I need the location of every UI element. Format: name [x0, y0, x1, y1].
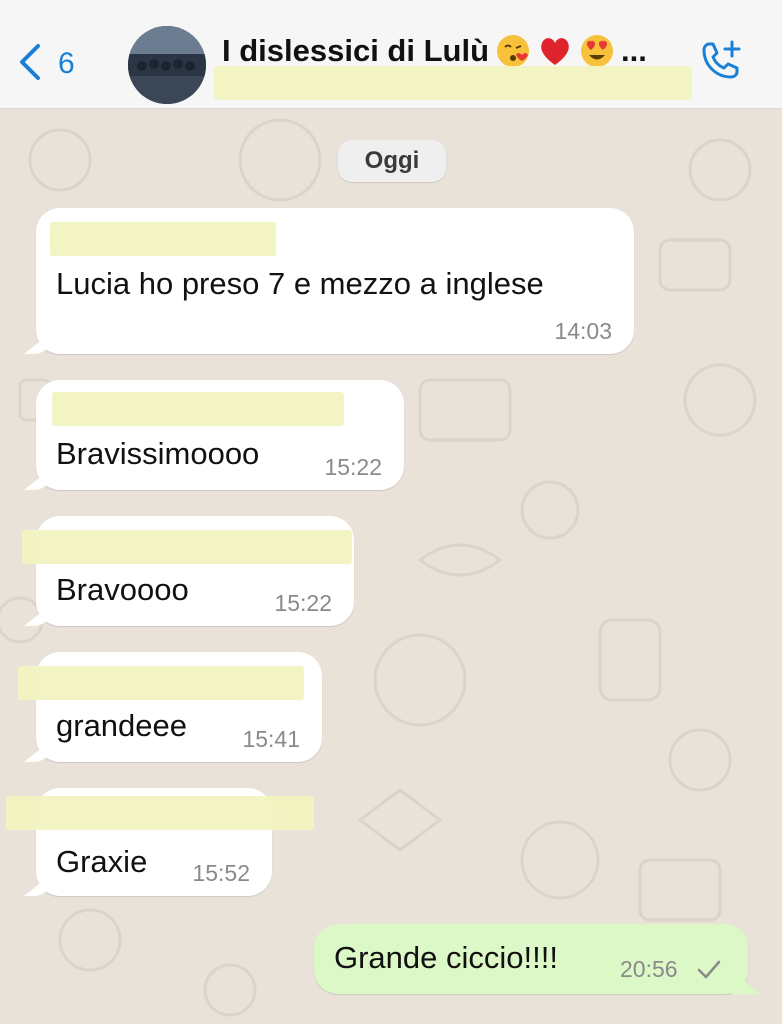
- message-text: Bravoooo: [56, 572, 189, 607]
- redacted-sender-name: [50, 222, 276, 256]
- sent-check-icon: [696, 958, 722, 980]
- message-time: 20:56: [620, 956, 678, 982]
- redacted-sender-name: [52, 392, 344, 426]
- unread-count: 6: [58, 47, 75, 80]
- kissing-face-emoji: [495, 33, 531, 69]
- message-bubble[interactable]: Bravissimoooo 15:22: [36, 380, 404, 490]
- group-avatar[interactable]: [128, 26, 206, 104]
- message-bubble[interactable]: Graxie 15:52: [6, 788, 314, 896]
- message-text: Bravissimoooo: [56, 436, 260, 471]
- phone-plus-icon: [694, 40, 746, 92]
- message-text: Lucia ho preso 7 e mezzo a inglese: [56, 266, 544, 301]
- group-name: I dislessici di Lulù: [222, 33, 490, 68]
- message-bubble-outgoing[interactable]: Grande ciccio!!!! 20:56: [314, 924, 748, 994]
- message-bubble[interactable]: Bravoooo 15:22: [22, 516, 354, 626]
- message-bubble[interactable]: Lucia ho preso 7 e mezzo a inglese 14:03: [36, 208, 634, 354]
- add-call-button[interactable]: [694, 36, 746, 88]
- message-text: Graxie: [56, 844, 148, 879]
- message-bubble[interactable]: grandeee 15:41: [18, 652, 322, 762]
- title-ellipsis: ...: [621, 33, 647, 68]
- redacted-sender-name: [22, 530, 352, 564]
- message-time: 15:22: [324, 454, 382, 480]
- back-button[interactable]: 6: [14, 38, 75, 90]
- redacted-sender-name: [18, 666, 304, 700]
- message-time: 15:52: [192, 860, 250, 886]
- message-text: Grande ciccio!!!!: [334, 940, 558, 975]
- red-heart-emoji: [537, 33, 573, 69]
- redacted-member-list: [214, 66, 692, 100]
- message-time: 14:03: [554, 318, 612, 344]
- message-text: grandeee: [56, 708, 188, 743]
- date-separator: Oggi: [338, 140, 446, 182]
- message-time: 15:41: [242, 726, 300, 752]
- chevron-left-icon: [14, 42, 44, 87]
- redacted-sender-name: [6, 796, 314, 830]
- message-time: 15:22: [274, 590, 332, 616]
- chat-header: 6 I dislessici di Lulù ...: [0, 0, 782, 109]
- heart-eyes-emoji: [579, 33, 615, 69]
